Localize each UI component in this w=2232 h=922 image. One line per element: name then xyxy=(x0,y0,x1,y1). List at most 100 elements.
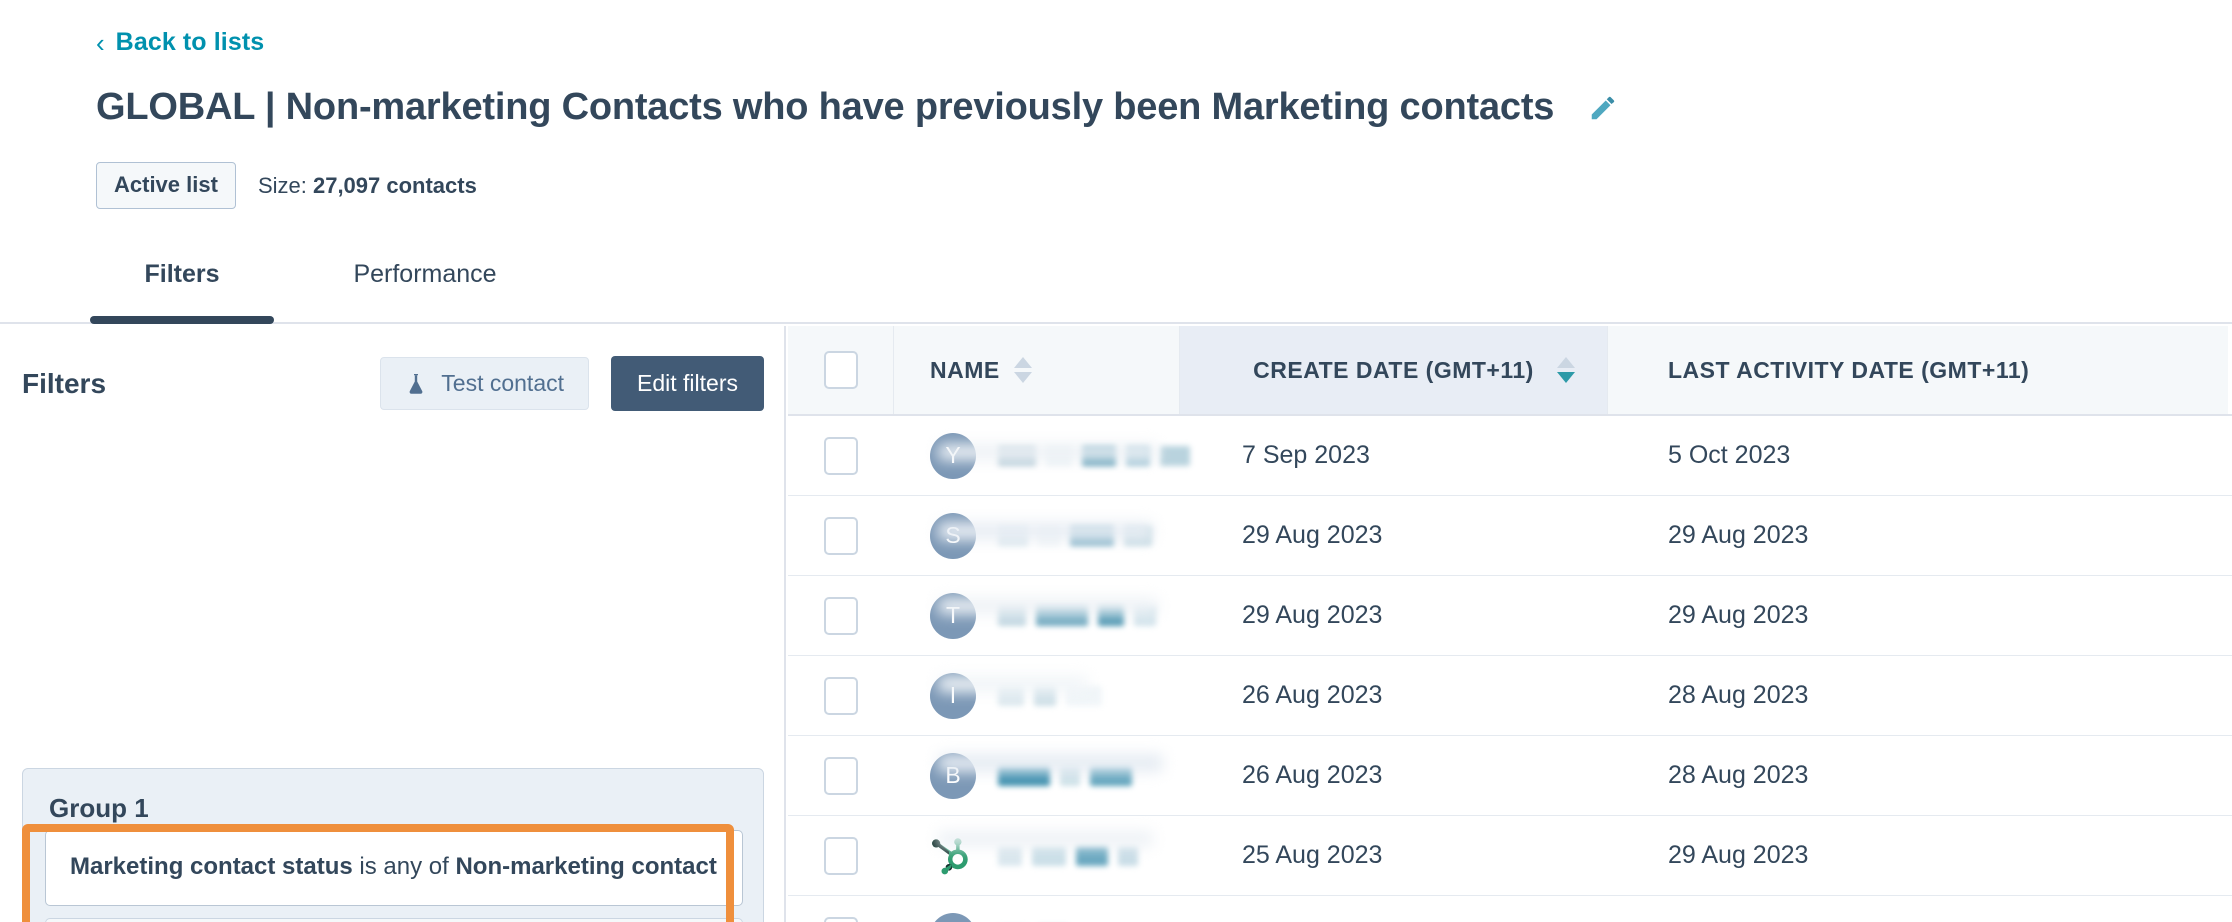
avatar: I xyxy=(930,672,976,719)
redacted-block xyxy=(1046,445,1072,466)
pencil-icon[interactable] xyxy=(1588,93,1618,123)
cell-name[interactable]: I xyxy=(894,672,1180,719)
redacted-block xyxy=(1066,685,1102,706)
contact-name-redacted xyxy=(998,593,1156,639)
table-row[interactable]: 25 Aug 2023 29 Aug 2023 xyxy=(788,816,2232,896)
filter-condition-stack: Marketing contact status is any of Non-m… xyxy=(45,830,743,922)
redacted-block xyxy=(998,685,1024,706)
column-header-name-label: NAME xyxy=(930,356,1000,383)
filter-condition-1-operator: is any of xyxy=(352,853,456,880)
redacted-block xyxy=(1036,605,1088,626)
cell-name[interactable]: S xyxy=(894,512,1180,559)
filter-condition-1-value: Non-marketing contact xyxy=(455,853,717,880)
row-checkbox[interactable] xyxy=(824,436,858,475)
list-size-prefix: Size: xyxy=(257,172,313,198)
back-to-lists-link[interactable]: ‹ Back to lists xyxy=(96,28,264,57)
column-header-create-date[interactable]: CREATE DATE (GMT+11) xyxy=(1180,326,1608,414)
page-title-row: GLOBAL | Non-marketing Contacts who have… xyxy=(96,86,1618,129)
cell-create-date: 29 Aug 2023 xyxy=(1242,521,1383,549)
row-checkbox[interactable] xyxy=(824,836,858,875)
row-select-cell xyxy=(788,836,894,875)
redacted-block xyxy=(998,605,1026,626)
table-row[interactable]: T 29 Aug 2023 29 Aug 2023 xyxy=(788,576,2232,656)
column-header-name[interactable]: NAME xyxy=(894,326,1180,414)
test-contact-button[interactable]: Test contact xyxy=(380,357,590,410)
row-checkbox[interactable] xyxy=(824,916,858,922)
redacted-block xyxy=(1070,525,1114,546)
select-all-checkbox[interactable] xyxy=(823,351,858,389)
redacted-block xyxy=(1038,525,1060,546)
test-contact-label: Test contact xyxy=(441,370,565,396)
cell-name[interactable]: T xyxy=(894,592,1180,639)
row-checkbox[interactable] xyxy=(824,756,858,795)
column-header-create-date-label: CREATE DATE (GMT+11) xyxy=(1253,356,1534,383)
row-checkbox[interactable] xyxy=(824,596,858,635)
avatar: T xyxy=(930,592,976,639)
avatar: Y xyxy=(930,432,976,479)
contact-name-redacted xyxy=(998,433,1190,479)
redacted-block xyxy=(1126,445,1150,466)
cell-create-date: 26 Aug 2023 xyxy=(1242,681,1383,709)
cell-last-activity-date: 28 Aug 2023 xyxy=(1668,681,1809,709)
status-badge: Active list xyxy=(96,162,236,209)
cell-last-activity-date: 28 Aug 2023 xyxy=(1668,761,1809,789)
page-title: GLOBAL | Non-marketing Contacts who have… xyxy=(96,86,1555,128)
avatar: B xyxy=(930,752,976,799)
redacted-block xyxy=(1034,685,1056,706)
row-select-cell xyxy=(788,756,894,795)
select-all-header xyxy=(788,326,894,414)
contact-name-redacted xyxy=(998,673,1102,719)
row-select-cell xyxy=(788,436,894,475)
tab-performance[interactable]: Performance xyxy=(300,244,550,324)
filters-actions: Test contact Edit filters xyxy=(380,356,764,411)
active-tab-indicator xyxy=(90,316,274,324)
filter-condition-1-property: Marketing contact status xyxy=(70,853,353,880)
cell-name[interactable]: B xyxy=(894,752,1180,799)
redacted-block xyxy=(998,445,1036,466)
tab-filters[interactable]: Filters xyxy=(90,244,274,324)
filters-heading: Filters xyxy=(22,367,107,399)
avatar xyxy=(930,912,976,922)
row-checkbox[interactable] xyxy=(824,516,858,555)
filter-group-title: Group 1 xyxy=(49,793,149,823)
filters-pane-header: Filters Test contact Edit filters xyxy=(22,356,764,411)
column-header-last-activity-date-label: LAST ACTIVITY DATE (GMT+11) xyxy=(1668,356,2030,383)
table-header-row: NAME CREATE DATE (GMT+11) LAST ACTIVITY … xyxy=(788,326,2232,416)
redacted-block xyxy=(1160,445,1190,466)
table-row[interactable]: I 26 Aug 2023 28 Aug 2023 xyxy=(788,656,2232,736)
cell-last-activity-date: 5 Oct 2023 xyxy=(1668,441,1791,469)
filter-condition-1[interactable]: Marketing contact status is any of Non-m… xyxy=(45,830,743,906)
cell-create-date: 29 Aug 2023 xyxy=(1242,601,1383,629)
contact-name-redacted xyxy=(998,913,1068,922)
table-row[interactable]: B 26 Aug 2023 28 Aug 2023 xyxy=(788,736,2232,816)
filter-spacer xyxy=(45,906,743,918)
cell-last-activity-date: 29 Aug 2023 xyxy=(1668,601,1809,629)
contacts-table: NAME CREATE DATE (GMT+11) LAST ACTIVITY … xyxy=(788,326,2232,922)
redacted-block xyxy=(1118,845,1138,866)
table-row[interactable]: Y 7 Sep 2023 5 Oct 2023 xyxy=(788,416,2232,496)
cell-name[interactable] xyxy=(894,833,1180,879)
list-detail-page: ‹ Back to lists GLOBAL | Non-marketing C… xyxy=(0,0,2232,922)
cell-create-date: 7 Sep 2023 xyxy=(1242,441,1370,469)
redacted-block xyxy=(1090,765,1132,786)
edit-filters-button[interactable]: Edit filters xyxy=(611,356,764,411)
row-select-cell xyxy=(788,596,894,635)
cell-name[interactable] xyxy=(894,912,1180,922)
redacted-block xyxy=(1098,605,1124,626)
table-body: Y 7 Sep 2023 5 Oct 2023 S 29 Aug 2023 29 Aug … xyxy=(788,416,2232,922)
cell-last-activity-date: 29 Aug 2023 xyxy=(1668,841,1809,869)
sort-icon-name[interactable] xyxy=(1013,357,1032,383)
table-row[interactable]: S 29 Aug 2023 29 Aug 2023 xyxy=(788,496,2232,576)
avatar: S xyxy=(930,512,976,559)
cell-name[interactable]: Y xyxy=(894,432,1190,479)
column-header-last-activity-date[interactable]: LAST ACTIVITY DATE (GMT+11) xyxy=(1608,326,2228,414)
filter-join-and[interactable]: AND xyxy=(45,917,743,922)
contact-name-redacted xyxy=(998,833,1138,879)
row-checkbox[interactable] xyxy=(824,676,858,715)
table-row[interactable] xyxy=(788,896,2232,922)
sort-icon-create-date[interactable] xyxy=(1557,357,1575,383)
filter-group-card: Group 1 Marketing contact status is any … xyxy=(22,768,764,922)
cell-create-date: 25 Aug 2023 xyxy=(1242,841,1383,869)
back-to-lists-label: Back to lists xyxy=(115,28,265,56)
list-meta-row: Active list Size: 27,097 contacts xyxy=(96,162,477,209)
